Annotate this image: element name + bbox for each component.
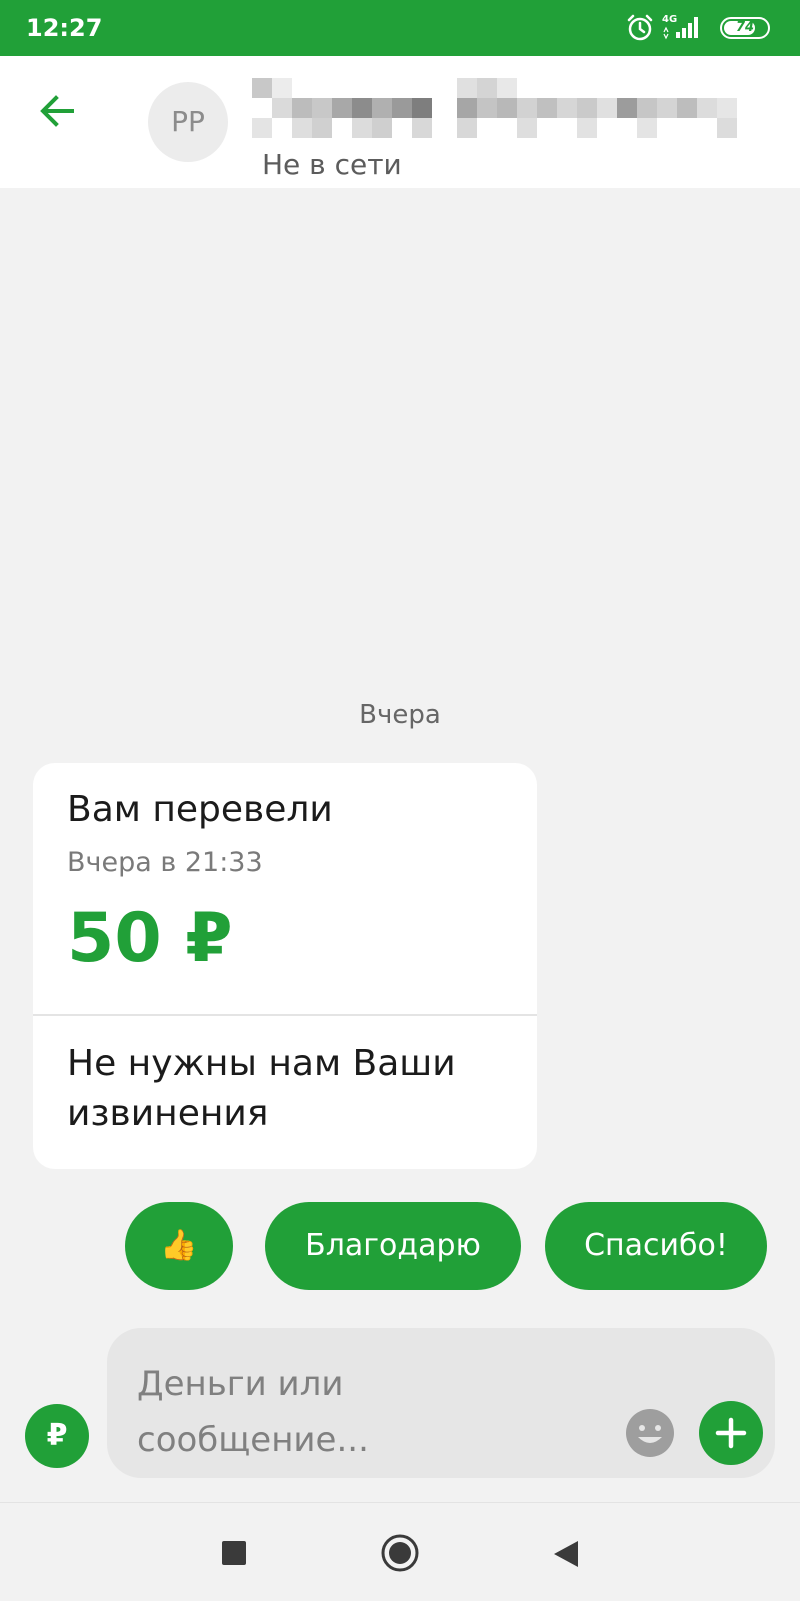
battery-icon: 74 — [720, 17, 770, 39]
alarm-icon — [627, 14, 653, 41]
quick-reply-blagodaryu-button[interactable]: Благодарю — [265, 1202, 521, 1290]
card-divider — [33, 1014, 537, 1016]
quick-reply-like-button[interactable]: 👍 — [125, 1202, 233, 1290]
recents-square-icon[interactable] — [222, 1541, 246, 1565]
transfer-amount: 50 ₽ — [67, 899, 233, 978]
avatar[interactable]: PP — [148, 82, 228, 162]
back-arrow-icon[interactable] — [32, 86, 82, 136]
thumbs-up-icon: 👍 — [160, 1228, 198, 1263]
transfer-title: Вам перевели — [67, 789, 333, 830]
plus-icon — [715, 1417, 747, 1449]
chat-header: PP Не в сети — [0, 56, 800, 188]
contact-name-redacted — [252, 78, 737, 138]
message-input[interactable]: Деньги или сообщение... — [107, 1328, 775, 1478]
quick-reply-spasibo-button[interactable]: Спасибо! — [545, 1202, 767, 1290]
send-money-button[interactable]: ₽ — [25, 1404, 89, 1468]
attach-plus-button[interactable] — [699, 1401, 763, 1465]
network-type-label: 4G — [662, 14, 677, 25]
transfer-message-card[interactable]: Вам перевели Вчера в 21:33 50 ₽ Не нужны… — [33, 763, 537, 1169]
emoji-icon[interactable] — [625, 1408, 675, 1458]
signal-icon: 4G — [662, 14, 698, 40]
transfer-message: Не нужны нам Ваши извинения — [67, 1043, 456, 1134]
back-triangle-icon[interactable] — [552, 1539, 580, 1569]
contact-status: Не в сети — [262, 148, 402, 181]
transfer-time: Вчера в 21:33 — [67, 847, 263, 878]
status-time: 12:27 — [26, 14, 103, 42]
home-circle-icon[interactable] — [380, 1533, 420, 1573]
message-input-placeholder: Деньги или сообщение... — [137, 1364, 369, 1460]
system-nav-bar — [0, 1502, 800, 1601]
battery-percent: 74 — [735, 20, 755, 35]
status-bar: 12:27 4G 74 — [0, 0, 800, 56]
date-separator: Вчера — [359, 700, 441, 730]
